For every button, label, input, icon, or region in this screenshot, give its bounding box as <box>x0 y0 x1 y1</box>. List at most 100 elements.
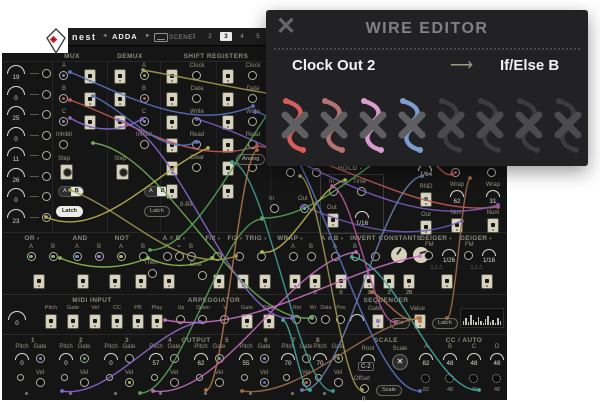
sr1-extra-switch[interactable] <box>166 184 178 199</box>
vel-port[interactable] <box>36 378 45 387</box>
arp-port[interactable] <box>220 315 229 324</box>
pitch-knob[interactable] <box>281 353 295 360</box>
cc-port[interactable] <box>421 374 430 383</box>
sr-port[interactable] <box>192 117 201 126</box>
module-header[interactable]: CONSTANTS <box>379 235 422 242</box>
knob-output-port[interactable] <box>42 192 51 201</box>
logic-port[interactable] <box>73 252 82 261</box>
sr-switch[interactable] <box>166 69 178 84</box>
else-port[interactable] <box>198 271 207 280</box>
vel-port[interactable] <box>215 378 224 387</box>
midi-port-switch[interactable] <box>45 314 57 329</box>
mux-latch-button[interactable]: Latch <box>56 206 83 217</box>
demux-latch-button[interactable]: Latch <box>144 206 170 217</box>
vel-port[interactable] <box>260 378 269 387</box>
vel-port[interactable] <box>125 378 134 387</box>
root-knob[interactable] <box>361 354 375 361</box>
prev-patch-button[interactable]: ◄ <box>102 34 107 40</box>
module-header[interactable]: INVERT <box>350 235 376 242</box>
module-header[interactable]: GEIGER▾ <box>460 235 492 242</box>
scale-tool-button[interactable]: ✕ <box>392 354 408 370</box>
logic-port[interactable] <box>307 252 316 261</box>
hold-in-port[interactable] <box>329 187 338 196</box>
patch-name[interactable]: ADDA <box>112 32 138 41</box>
pitch-knob[interactable] <box>149 353 163 360</box>
demux-output-port[interactable] <box>140 140 149 149</box>
sr-port[interactable] <box>192 71 201 80</box>
logic-port[interactable] <box>163 252 172 261</box>
sr-port[interactable] <box>192 94 201 103</box>
sr-switch[interactable] <box>166 115 178 130</box>
logic-out-switch[interactable] <box>213 274 225 289</box>
out-port[interactable] <box>300 204 309 213</box>
module-header[interactable]: TRIG▾ <box>245 235 267 242</box>
logic-out-switch[interactable] <box>163 274 175 289</box>
wire-style-swatch[interactable] <box>473 94 507 156</box>
midi-port-switch[interactable] <box>89 314 101 329</box>
geiger1-fm-port[interactable] <box>424 251 433 260</box>
midi-port-switch[interactable] <box>132 314 144 329</box>
arp-port[interactable] <box>198 315 207 324</box>
gate-port[interactable] <box>334 354 343 363</box>
cc-port[interactable] <box>492 374 501 383</box>
vel-port[interactable] <box>80 378 89 387</box>
midi-port-switch[interactable] <box>111 314 123 329</box>
gate-port[interactable] <box>36 354 45 363</box>
wire-style-swatch[interactable] <box>317 94 351 156</box>
seq-mini-knob[interactable] <box>350 314 364 321</box>
sr-switch[interactable] <box>222 161 234 176</box>
mux-input-port[interactable] <box>59 71 68 80</box>
wrap2-num-switch[interactable] <box>487 218 499 233</box>
misc-port[interactable] <box>286 168 295 177</box>
sr-switch[interactable] <box>166 92 178 107</box>
wire-style-swatch[interactable] <box>434 94 468 156</box>
mux-switch[interactable] <box>84 69 96 84</box>
demux-output-port[interactable] <box>140 117 149 126</box>
logic-out-switch[interactable] <box>77 274 89 289</box>
logic-out-switch[interactable] <box>109 274 121 289</box>
sr-port[interactable] <box>248 71 257 80</box>
mod-port[interactable] <box>283 374 290 381</box>
hold-out-switch[interactable] <box>327 213 339 228</box>
module-header[interactable]: F/2▾ <box>227 235 242 242</box>
wrap2-port[interactable] <box>487 168 496 177</box>
geiger1-rate-knob[interactable] <box>442 249 456 256</box>
gate-port[interactable] <box>170 354 179 363</box>
midi-port-switch[interactable] <box>67 314 79 329</box>
offset-port[interactable] <box>360 384 369 393</box>
wrap1-knob[interactable] <box>450 190 464 197</box>
logic-out-switch[interactable] <box>33 274 45 289</box>
sr-port[interactable] <box>248 117 257 126</box>
logic-out-switch[interactable] <box>135 274 147 289</box>
mux-switch[interactable] <box>84 115 96 130</box>
cc-knob[interactable] <box>419 353 433 360</box>
mux-switch[interactable] <box>84 92 96 107</box>
scene-button[interactable]: 1 <box>188 32 200 41</box>
sr-switch[interactable] <box>222 92 234 107</box>
logic-out-switch[interactable] <box>237 274 249 289</box>
demux-step-knob[interactable] <box>116 164 129 180</box>
rnd-out-switch[interactable] <box>420 220 432 235</box>
logic-port[interactable] <box>27 252 36 261</box>
knob-output-port[interactable] <box>42 213 51 222</box>
cc-port[interactable] <box>469 374 478 383</box>
seq-latch-button[interactable]: Latch <box>432 318 458 329</box>
logic-port[interactable] <box>95 252 104 261</box>
wrap1-port[interactable] <box>451 168 460 177</box>
demux-output-port[interactable] <box>140 71 149 80</box>
demux-switch[interactable] <box>114 92 126 107</box>
knob-output-port[interactable] <box>42 90 51 99</box>
wrap1-num-switch[interactable] <box>451 218 463 233</box>
constant-knob-1[interactable] <box>391 247 407 263</box>
logic-port[interactable] <box>213 252 222 261</box>
knob-dial[interactable] <box>7 188 25 197</box>
gate-port[interactable] <box>125 354 134 363</box>
sr-port[interactable] <box>192 163 201 172</box>
cc-knob[interactable] <box>443 353 457 360</box>
logic-port[interactable] <box>371 252 380 261</box>
seq-port[interactable] <box>321 315 330 324</box>
sr2-extra-switch[interactable] <box>222 184 234 199</box>
pitch-knob[interactable] <box>194 353 208 360</box>
logic-port[interactable] <box>175 252 184 261</box>
logic-out-switch[interactable] <box>403 274 415 289</box>
